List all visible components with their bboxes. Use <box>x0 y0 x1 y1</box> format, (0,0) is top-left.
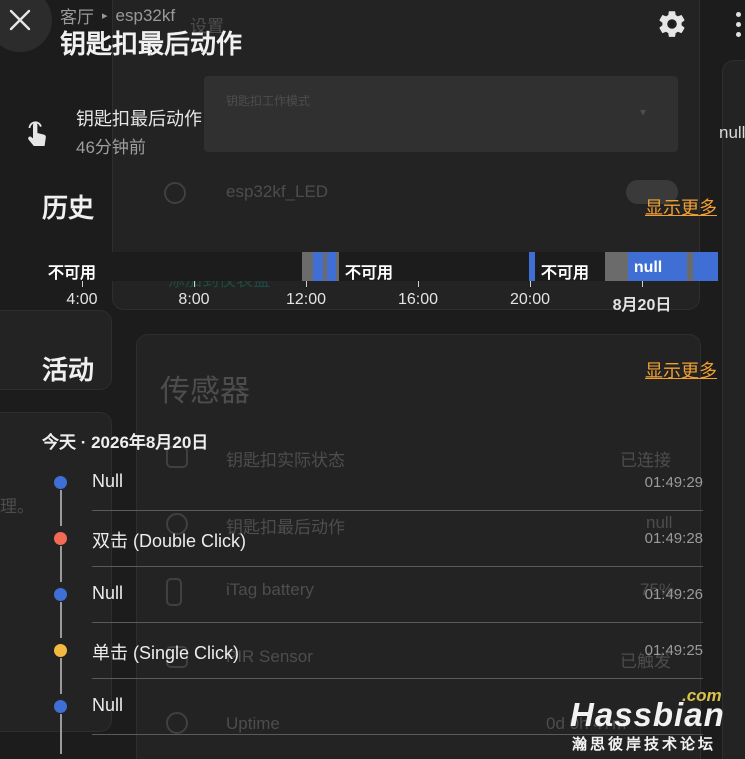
axis-tick-label: 16:00 <box>397 291 439 308</box>
history-segment[interactable] <box>302 252 313 281</box>
dialog-title: 钥匙扣最后动作 <box>60 29 243 59</box>
breadcrumb-device[interactable]: esp32kf <box>116 6 176 26</box>
close-icon <box>9 9 31 31</box>
activity-time: 01:49:25 <box>644 642 703 659</box>
axis-tick <box>418 281 419 287</box>
axis-tick-label: 8:00 <box>178 291 210 308</box>
history-segment[interactable] <box>312 252 324 281</box>
activity-label: Null <box>92 695 124 715</box>
activity-dot-icon <box>54 700 67 713</box>
activity-heading: 活动 <box>42 355 95 385</box>
axis-tick <box>82 281 83 287</box>
breadcrumb-separator-icon: ▸ <box>102 10 108 22</box>
activity-dot-icon <box>54 532 67 545</box>
history-segment-label: null <box>633 259 663 276</box>
state-last-changed: 46分钟前 <box>76 138 146 157</box>
right-state-value: null <box>719 123 745 142</box>
activity-divider <box>92 510 703 511</box>
history-segment[interactable] <box>327 252 336 281</box>
history-segment-label: 不可用 <box>344 265 393 282</box>
axis-tick-label: 8月20日 <box>612 297 672 314</box>
activity-time: 01:49:26 <box>644 586 703 603</box>
axis-tick <box>306 281 307 287</box>
axis-tick <box>194 281 195 287</box>
activity-label: Null <box>92 583 124 603</box>
history-timeline[interactable]: 不可用 不可用 不可用 null <box>40 252 718 282</box>
activity-show-more-link[interactable]: 显示更多 <box>645 357 717 383</box>
axis-tick <box>642 281 643 287</box>
activity-item[interactable]: 单击 (Single Click) 01:49:25 <box>0 634 745 690</box>
activity-label: 双击 (Double Click) <box>92 531 247 551</box>
activity-item[interactable]: Null 01:49:29 <box>0 466 745 522</box>
activity-date-heading: 今天 · 2026年8月20日 <box>42 433 209 452</box>
dots-vertical-icon[interactable] <box>734 12 742 38</box>
gesture-tap-icon <box>28 121 46 146</box>
activity-dot-icon <box>54 476 67 489</box>
activity-divider <box>92 566 703 567</box>
activity-item[interactable]: Null 01:49:26 <box>0 578 745 634</box>
activity-label: Null <box>92 471 124 491</box>
activity-time: 01:49:28 <box>644 530 703 547</box>
axis-tick-label: 4:00 <box>66 291 98 308</box>
history-segment-label: 不可用 <box>540 265 589 282</box>
hassbian-watermark-logo: .com Hassbian 瀚思彼岸技术论坛 <box>568 686 738 756</box>
history-heading: 历史 <box>42 193 95 223</box>
history-show-more-link[interactable]: 显示更多 <box>645 194 717 220</box>
watermark-name: Hassbian <box>570 696 725 733</box>
gear-icon[interactable] <box>656 8 688 40</box>
activity-divider <box>92 622 703 623</box>
activity-dot-icon <box>54 588 67 601</box>
activity-dot-icon <box>54 644 67 657</box>
close-button[interactable] <box>0 0 52 52</box>
history-segment-label: 不可用 <box>48 265 97 282</box>
axis-tick-label: 12:00 <box>285 291 327 308</box>
axis-tick-label: 20:00 <box>509 291 551 308</box>
entity-dialog: 客厅 ▸ esp32kf 钥匙扣最后动作 null 钥匙扣最后动作 46分钟前 … <box>0 0 745 759</box>
history-segment[interactable] <box>604 252 628 281</box>
activity-label: 单击 (Single Click) <box>92 643 240 663</box>
activity-divider <box>92 678 703 679</box>
activity-item[interactable]: 双击 (Double Click) 01:49:28 <box>0 522 745 578</box>
history-segment[interactable] <box>692 252 718 281</box>
axis-tick <box>530 281 531 287</box>
activity-time: 01:49:29 <box>644 474 703 491</box>
watermark-subtitle: 瀚思彼岸技术论坛 <box>572 736 717 753</box>
history-time-axis: 4:00 8:00 12:00 16:00 20:00 8月20日 <box>0 281 745 314</box>
state-entity-name: 钥匙扣最后动作 <box>76 109 202 129</box>
